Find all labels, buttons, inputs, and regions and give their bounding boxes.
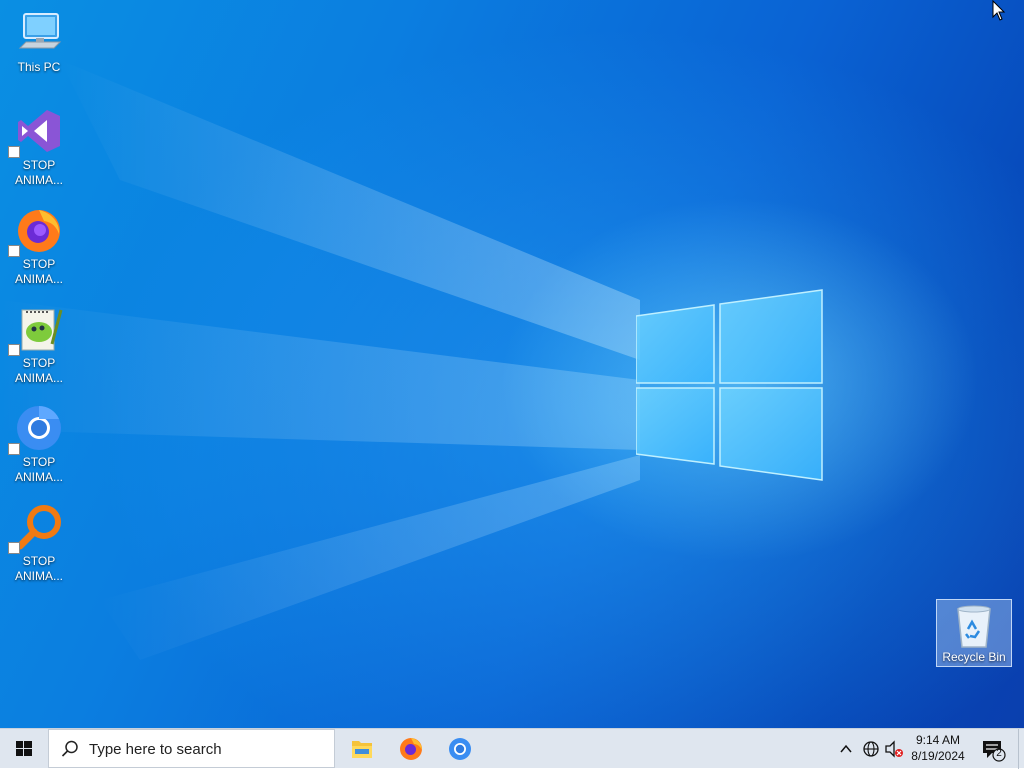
notepad-plus-plus-icon <box>8 304 64 356</box>
desktop-icon-label: STOP ANIMA... <box>14 257 63 286</box>
desktop-icon-chromium-shortcut[interactable]: STOP ANIMA... <box>2 403 76 485</box>
action-center-button[interactable]: 2 <box>978 729 1008 769</box>
desktop-icon-label: This PC <box>17 60 61 74</box>
desktop-icon-firefox-shortcut[interactable]: STOP ANIMA... <box>2 205 76 287</box>
taskbar-clock[interactable]: 9:14 AM 8/19/2024 <box>902 732 974 764</box>
taskbar: Type here to search 9:14 AM 8/19/2024 2 <box>0 728 1024 769</box>
clock-time: 9:14 AM <box>915 733 961 747</box>
taskbar-firefox-button[interactable] <box>387 729 435 769</box>
search-icon <box>61 740 78 757</box>
start-button[interactable] <box>0 729 48 769</box>
desktop: This PC STOP ANIMA... STOP ANIMA... STOP… <box>0 0 1024 728</box>
clock-date: 8/19/2024 <box>911 749 965 763</box>
computer-icon <box>14 8 64 58</box>
show-desktop-button[interactable] <box>1018 729 1024 769</box>
shortcut-arrow-icon <box>8 146 20 158</box>
desktop-icon-label: STOP ANIMA... <box>14 455 63 484</box>
desktop-icon-visual-studio-shortcut[interactable]: STOP ANIMA... <box>2 106 76 188</box>
search-tool-icon <box>8 502 64 554</box>
desktop-icon-notepad-plus-plus-shortcut[interactable]: STOP ANIMA... <box>2 304 76 386</box>
taskbar-file-explorer-button[interactable] <box>338 729 386 769</box>
volume-muted-icon[interactable] <box>884 740 904 758</box>
shortcut-arrow-icon <box>8 344 20 356</box>
desktop-icon-recycle-bin[interactable]: Recycle Bin <box>936 599 1012 667</box>
windows-logo <box>636 289 823 481</box>
mouse-cursor-icon <box>992 0 1006 21</box>
desktop-icon-label: STOP ANIMA... <box>14 158 63 187</box>
recycle-bin-icon <box>957 605 991 648</box>
windows-start-icon <box>16 741 32 756</box>
notifications-icon <box>983 741 1006 762</box>
taskbar-chromium-button[interactable] <box>436 729 484 769</box>
shortcut-arrow-icon <box>8 443 20 455</box>
chromium-icon <box>449 738 471 760</box>
show-hidden-icons-chevron-up-icon[interactable] <box>838 741 854 757</box>
firefox-icon <box>400 738 422 760</box>
shortcut-arrow-icon <box>8 542 20 554</box>
recycle-bin-label: Recycle Bin <box>942 650 1006 664</box>
wallpaper-light-beams <box>0 60 640 660</box>
search-input[interactable]: Type here to search <box>48 729 335 768</box>
firefox-icon <box>8 205 64 257</box>
desktop-icon-this-pc[interactable]: This PC <box>2 8 76 75</box>
visual-studio-icon <box>8 106 64 158</box>
desktop-icon-label: STOP ANIMA... <box>14 356 63 385</box>
search-placeholder: Type here to search <box>89 741 222 758</box>
desktop-icon-label: STOP ANIMA... <box>14 554 63 583</box>
network-globe-icon[interactable] <box>862 740 880 758</box>
chromium-icon <box>8 403 64 455</box>
notification-count-badge: 2 <box>996 748 1002 759</box>
desktop-icon-search-tool-shortcut[interactable]: STOP ANIMA... <box>2 502 76 584</box>
folder-icon <box>352 741 372 758</box>
shortcut-arrow-icon <box>8 245 20 257</box>
